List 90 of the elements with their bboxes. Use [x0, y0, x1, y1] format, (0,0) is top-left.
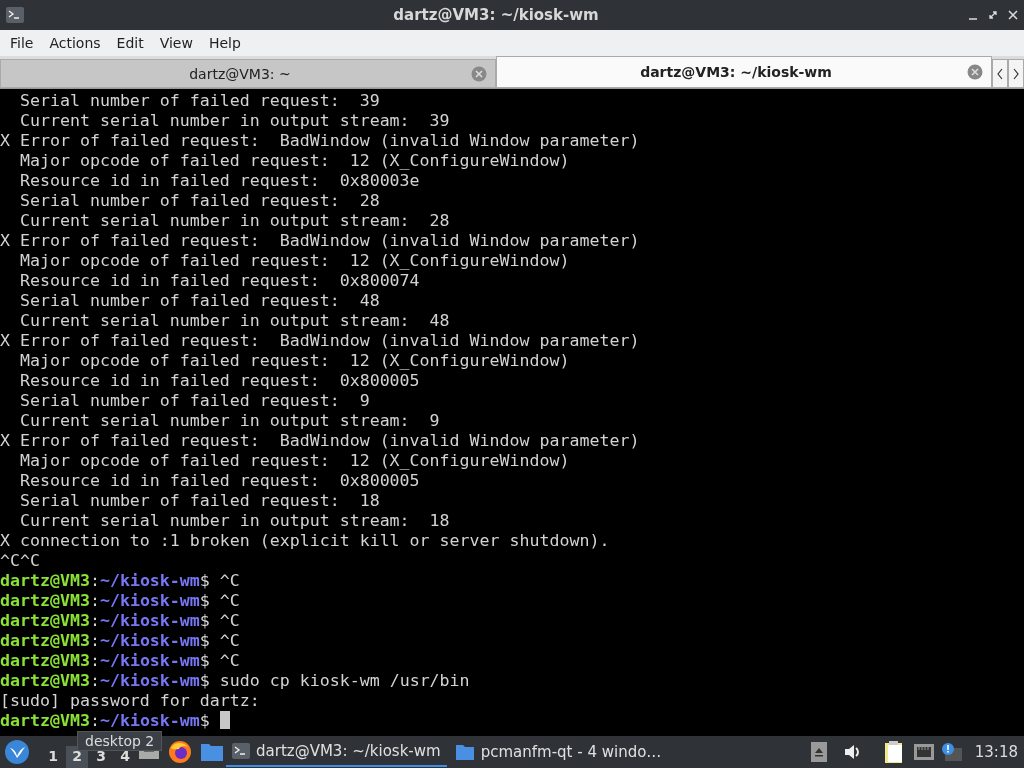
prompt-separator: : [89, 671, 100, 690]
start-menu-icon[interactable] [4, 739, 30, 765]
firefox-icon[interactable] [168, 740, 192, 764]
prompt-user: dartz@VM3 [0, 651, 90, 670]
prompt-user: dartz@VM3 [0, 611, 90, 630]
terminal-line: X Error of failed request: BadWindow (invalid Window parameter) [0, 331, 641, 351]
folder-icon [454, 743, 475, 761]
folder-icon[interactable] [200, 741, 224, 763]
tab[interactable]: dartz@VM3: ~/kiosk-wm [496, 56, 992, 88]
prompt-user: dartz@VM3 [0, 671, 90, 690]
terminal-line: Resource id in failed request: 0x80003e [18, 171, 421, 191]
prompt-user: dartz@VM3 [0, 591, 90, 610]
prompt-symbol: $ [199, 651, 210, 670]
menu-item[interactable]: Edit [108, 32, 152, 54]
desktop-button[interactable]: 1 [42, 746, 64, 768]
maximize-icon[interactable] [988, 10, 998, 20]
terminal-line: Major opcode of failed request: 12 (X_ConfigureWindow) [18, 151, 571, 171]
prompt-symbol: $ [199, 711, 210, 730]
menu-item[interactable]: View [151, 32, 201, 54]
menu-item[interactable]: Actions [41, 32, 109, 54]
prompt-symbol: $ [199, 631, 210, 650]
prompt-path: ~/kiosk-wm [99, 671, 200, 690]
prompt-path: ~/kiosk-wm [99, 611, 200, 630]
terminal-line: Serial number of failed request: 9 [18, 391, 371, 411]
taskbar-button[interactable]: pcmanfm-qt - 4 windo… [448, 737, 668, 767]
terminal-line: Major opcode of failed request: 12 (X_ConfigureWindow) [18, 451, 571, 471]
network-icon[interactable] [912, 743, 935, 761]
prompt-path: ~/kiosk-wm [99, 711, 200, 730]
menu-item[interactable]: File [2, 32, 42, 54]
prompt-separator: : [89, 711, 100, 730]
notification-icon[interactable] [940, 742, 963, 762]
prompt-symbol: $ [199, 611, 210, 630]
clock: 13:18 [974, 743, 1018, 761]
prompt-symbol: $ [199, 671, 210, 690]
command-text: ^C [218, 611, 240, 630]
prompt-separator: : [89, 571, 100, 590]
prompt-separator: : [89, 611, 100, 630]
terminal-line: Resource id in failed request: 0x800005 [18, 371, 421, 391]
scroll-right-button[interactable] [1008, 59, 1024, 88]
terminal-line: Serial number of failed request: 28 [18, 191, 381, 211]
terminal-line: Major opcode of failed request: 12 (X_ConfigureWindow) [18, 351, 571, 371]
terminal-line: Serial number of failed request: 39 [18, 91, 381, 111]
menu-item[interactable]: Help [200, 32, 249, 54]
chevron-left-icon [996, 67, 1004, 80]
prompt-separator: : [89, 651, 100, 670]
terminal-line: X Error of failed request: BadWindow (invalid Window parameter) [0, 231, 641, 251]
prompt-user: dartz@VM3 [0, 571, 90, 590]
close-tab-icon[interactable] [471, 65, 487, 82]
terminal-line: Serial number of failed request: 48 [18, 291, 381, 311]
terminal-line: Current serial number in output stream: 28 [18, 211, 451, 231]
scroll-left-button[interactable] [992, 59, 1008, 88]
terminal-line: X Error of failed request: BadWindow (invalid Window parameter) [0, 131, 641, 151]
command-text: ^C [218, 591, 240, 610]
prompt-separator: : [89, 591, 100, 610]
prompt-user: dartz@VM3 [0, 711, 90, 730]
close-tab-icon[interactable] [967, 64, 983, 80]
terminal-line: Current serial number in output stream: 9 [18, 411, 441, 431]
terminal-line: [sudo] password for dartz: [0, 691, 261, 711]
close-icon[interactable] [1008, 10, 1018, 20]
clipboard-icon[interactable] [882, 740, 905, 764]
terminal-line: Current serial number in output stream: 18 [18, 511, 451, 531]
terminal-line: Current serial number in output stream: 48 [18, 311, 451, 331]
terminal-line: Resource id in failed request: 0x800005 [18, 471, 421, 491]
tooltip: desktop 2 [77, 731, 163, 751]
tab[interactable]: dartz@VM3: ~ [0, 59, 496, 88]
taskbar-button[interactable]: dartz@VM3: ~/kiosk-wm [226, 737, 447, 767]
eject-icon[interactable] [810, 742, 827, 762]
window-title: dartz@VM3: ~/kiosk-wm [392, 6, 600, 24]
prompt-separator: : [89, 631, 100, 650]
terminal-line: Resource id in failed request: 0x800074 [18, 271, 421, 291]
command-text: ^C [218, 631, 240, 650]
prompt-path: ~/kiosk-wm [99, 591, 200, 610]
prompt-path: ~/kiosk-wm [99, 631, 200, 650]
command-text: ^C [218, 571, 240, 590]
prompt-user: dartz@VM3 [0, 631, 90, 650]
command-text: ^C [218, 651, 240, 670]
terminal-line: Serial number of failed request: 18 [18, 491, 381, 511]
prompt-symbol: $ [199, 591, 210, 610]
command-text: sudo cp kiosk-wm /usr/bin [218, 671, 470, 690]
terminal-line: X Error of failed request: BadWindow (invalid Window parameter) [0, 431, 641, 451]
terminal-line: Major opcode of failed request: 12 (X_ConfigureWindow) [18, 251, 571, 271]
terminal-line: ^C^C [0, 551, 41, 571]
prompt-path: ~/kiosk-wm [99, 651, 200, 670]
terminal-line: Current serial number in output stream: 39 [18, 111, 451, 131]
chevron-right-icon [1012, 67, 1020, 80]
prompt-path: ~/kiosk-wm [99, 571, 200, 590]
terminal-icon [232, 743, 250, 759]
prompt-symbol: $ [199, 571, 210, 590]
terminal-line: X connection to :1 broken (explicit kill or server shutdown). [0, 531, 611, 551]
terminal-icon [6, 7, 24, 23]
